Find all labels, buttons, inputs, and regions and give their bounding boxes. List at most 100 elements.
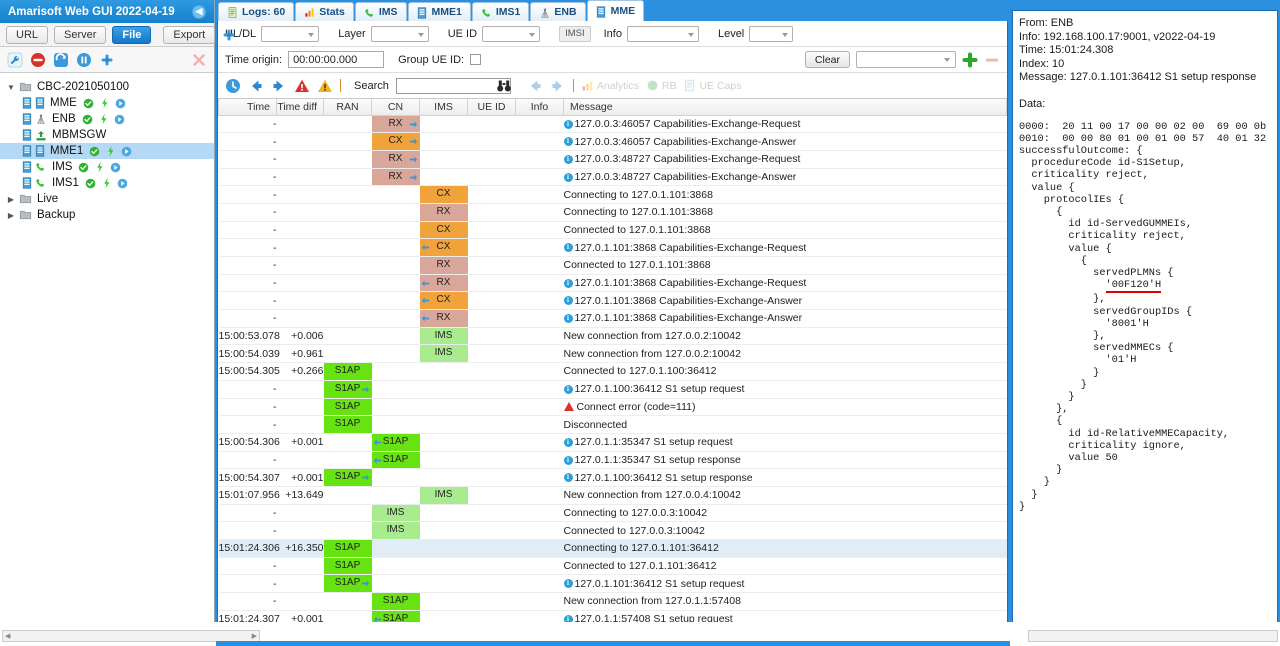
tree-item-mme1[interactable]: MME1 xyxy=(0,143,214,159)
level-select[interactable] xyxy=(749,25,794,42)
minus-icon[interactable] xyxy=(984,52,1000,68)
table-row[interactable]: - S1AP i 127.0.1.101:36412 S1 setup request xyxy=(218,574,1007,594)
table-row[interactable]: - S1AP New connection from 127.0.1.1:57408 xyxy=(218,592,1007,611)
warning-icon[interactable] xyxy=(317,78,333,94)
table-row[interactable]: - RX i 127.0.0.3:48727 Capabilities-Exchang… xyxy=(218,150,1007,169)
chevron-left-icon[interactable]: ◀ xyxy=(192,4,206,19)
log-table-container[interactable]: Time Time diff RAN CN IMS UE ID Info Mes… xyxy=(218,99,1007,646)
table-row[interactable]: - S1AP Connected to 127.0.1.101:36412 xyxy=(218,557,1007,576)
table-row[interactable]: - CX Connecting to 127.0.1.101:3868 xyxy=(218,185,1007,204)
protocol-badge[interactable]: IMS xyxy=(419,486,468,504)
tree-item-backup[interactable]: ▶ Backup xyxy=(0,207,214,223)
info-select[interactable] xyxy=(626,25,699,42)
lightning-status-icon[interactable] xyxy=(100,97,109,109)
chevron-down-icon[interactable]: ▼ xyxy=(6,83,16,92)
stop-icon[interactable] xyxy=(30,52,46,68)
forward-arrow-icon[interactable] xyxy=(271,78,287,94)
refresh-icon[interactable] xyxy=(53,52,69,68)
column-header-ran[interactable]: RAN xyxy=(323,99,372,116)
rb-button[interactable]: RB xyxy=(646,79,676,92)
server-button[interactable]: Server xyxy=(54,25,107,44)
binoculars-icon[interactable] xyxy=(496,78,512,94)
protocol-badge[interactable]: S1AP xyxy=(323,363,372,380)
plug-icon[interactable] xyxy=(221,27,237,43)
clock-icon[interactable] xyxy=(225,78,241,94)
protocol-badge[interactable]: S1AP xyxy=(371,593,420,610)
prev-arrow-icon[interactable] xyxy=(527,78,543,94)
ok-status-icon[interactable] xyxy=(83,98,94,109)
preset-select[interactable] xyxy=(856,51,956,68)
lightning-status-icon[interactable] xyxy=(99,113,108,125)
table-row[interactable]: - S1AP i 127.0.1.1:35347 S1 setup response xyxy=(218,451,1007,470)
table-row[interactable]: - CX i 127.0.1.101:3868 Capabilities-Exchan… xyxy=(218,291,1007,311)
table-row[interactable]: 15:00:54.307 +0.001 S1AP i 127.0.1.100:36412… xyxy=(218,468,1007,487)
tab-logs-60[interactable]: Logs: 60 xyxy=(218,2,295,21)
column-header-message[interactable]: Message xyxy=(563,99,1007,116)
next-arrow-icon[interactable] xyxy=(550,78,566,94)
detail-content[interactable]: From: ENB Info: 192.168.100.17:9001, v20… xyxy=(1012,10,1278,630)
chevron-right-icon[interactable]: ▶ xyxy=(6,211,16,220)
ueid-select[interactable] xyxy=(482,25,541,42)
table-row[interactable]: 15:00:54.039 +0.961 IMS New connection from… xyxy=(218,344,1007,364)
play-status-icon[interactable] xyxy=(121,146,132,157)
lightning-status-icon[interactable] xyxy=(102,177,111,189)
chevron-right-icon[interactable]: ▶ xyxy=(6,195,16,204)
table-row[interactable]: - RX i 127.0.1.101:3868 Capabilities-Exchan… xyxy=(218,309,1007,328)
ok-status-icon[interactable] xyxy=(82,114,93,125)
tab-mme1[interactable]: MME1 xyxy=(407,2,471,21)
protocol-badge[interactable]: IMS xyxy=(371,504,420,522)
tree-item-mme[interactable]: MME xyxy=(0,95,214,111)
table-row[interactable]: - S1AP Disconnected xyxy=(218,415,1007,434)
table-row[interactable]: 15:00:54.306 +0.001 S1AP i 127.0.1.1:35347 S… xyxy=(218,433,1007,452)
time-origin-input[interactable]: 00:00:00.000 xyxy=(288,51,385,68)
column-header-info[interactable]: Info xyxy=(515,99,564,116)
column-header-time[interactable]: Time xyxy=(218,99,277,116)
play-status-icon[interactable] xyxy=(117,178,128,189)
protocol-badge[interactable]: IMS xyxy=(371,522,420,539)
protocol-badge[interactable]: CX xyxy=(419,186,468,203)
tab-ims[interactable]: IMS xyxy=(354,2,407,21)
table-row[interactable]: - S1AP Connect error (code=111) xyxy=(218,398,1007,417)
table-row[interactable]: - RX i 127.0.0.3:48727 Capabilities-Exchang… xyxy=(218,168,1007,187)
table-row[interactable]: - IMS Connecting to 127.0.0.3:10042 xyxy=(218,504,1007,523)
close-icon[interactable] xyxy=(191,52,207,68)
column-header-time-diff[interactable]: Time diff xyxy=(276,99,324,116)
layer-select[interactable] xyxy=(370,25,429,42)
table-row[interactable]: 15:01:24.306 +16.350 S1AP Connecting to 127… xyxy=(218,539,1007,558)
table-row[interactable]: - RX i 127.0.1.101:3868 Capabilities-Exchan… xyxy=(218,274,1007,293)
tab-ims1[interactable]: IMS1 xyxy=(471,2,530,21)
export-button[interactable]: Export xyxy=(163,25,216,44)
lightning-status-icon[interactable] xyxy=(95,161,104,173)
detail-scrollbar[interactable] xyxy=(1268,11,1277,629)
back-arrow-icon[interactable] xyxy=(248,78,264,94)
tree-item-enb[interactable]: ENB xyxy=(0,111,214,127)
protocol-badge[interactable]: IMS xyxy=(419,327,468,345)
protocol-badge[interactable]: RX xyxy=(419,257,468,274)
protocol-badge[interactable]: S1AP xyxy=(323,398,372,416)
table-row[interactable]: 15:00:54.305 +0.266 S1AP Connected to 127.0… xyxy=(218,362,1007,381)
tree-item-cbc-2021050100[interactable]: ▼ CBC-2021050100 xyxy=(0,79,214,95)
wrench-icon[interactable] xyxy=(7,52,23,68)
tree-item-ims1[interactable]: IMS1 xyxy=(0,175,214,191)
table-row[interactable]: 15:00:53.078 +0.006 IMS New connection from… xyxy=(218,327,1007,346)
column-header-ue-id[interactable]: UE ID xyxy=(467,99,516,116)
tree-item-ims[interactable]: IMS xyxy=(0,159,214,175)
analytics-button[interactable]: Analytics xyxy=(581,79,639,92)
url-button[interactable]: URL xyxy=(6,25,49,44)
tab-mme[interactable]: MME xyxy=(586,0,645,21)
imsi-button[interactable]: IMSI xyxy=(559,25,591,42)
file-button[interactable]: File xyxy=(112,25,152,44)
table-row[interactable]: - RX i 127.0.0.3:46057 Capabilities-Exchang… xyxy=(218,115,1007,134)
protocol-badge[interactable]: S1AP xyxy=(323,557,372,575)
table-row[interactable]: - CX i 127.0.1.101:3868 Capabilities-Exchan… xyxy=(218,238,1007,257)
tree-item-mbmsgw[interactable]: MBMSGW xyxy=(0,127,214,143)
column-header-cn[interactable]: CN xyxy=(371,99,420,116)
ue-caps-button[interactable]: UE Caps xyxy=(683,79,741,92)
column-header-ims[interactable]: IMS xyxy=(419,99,468,116)
table-row[interactable]: - IMS Connected to 127.0.0.3:10042 xyxy=(218,521,1007,540)
error-icon[interactable] xyxy=(294,78,310,94)
detail-horizontal-scrollbar[interactable] xyxy=(1028,630,1278,642)
table-row[interactable]: - RX Connected to 127.0.1.101:3868 xyxy=(218,256,1007,275)
clear-button[interactable]: Clear xyxy=(804,51,850,68)
lightning-status-icon[interactable] xyxy=(106,145,115,157)
